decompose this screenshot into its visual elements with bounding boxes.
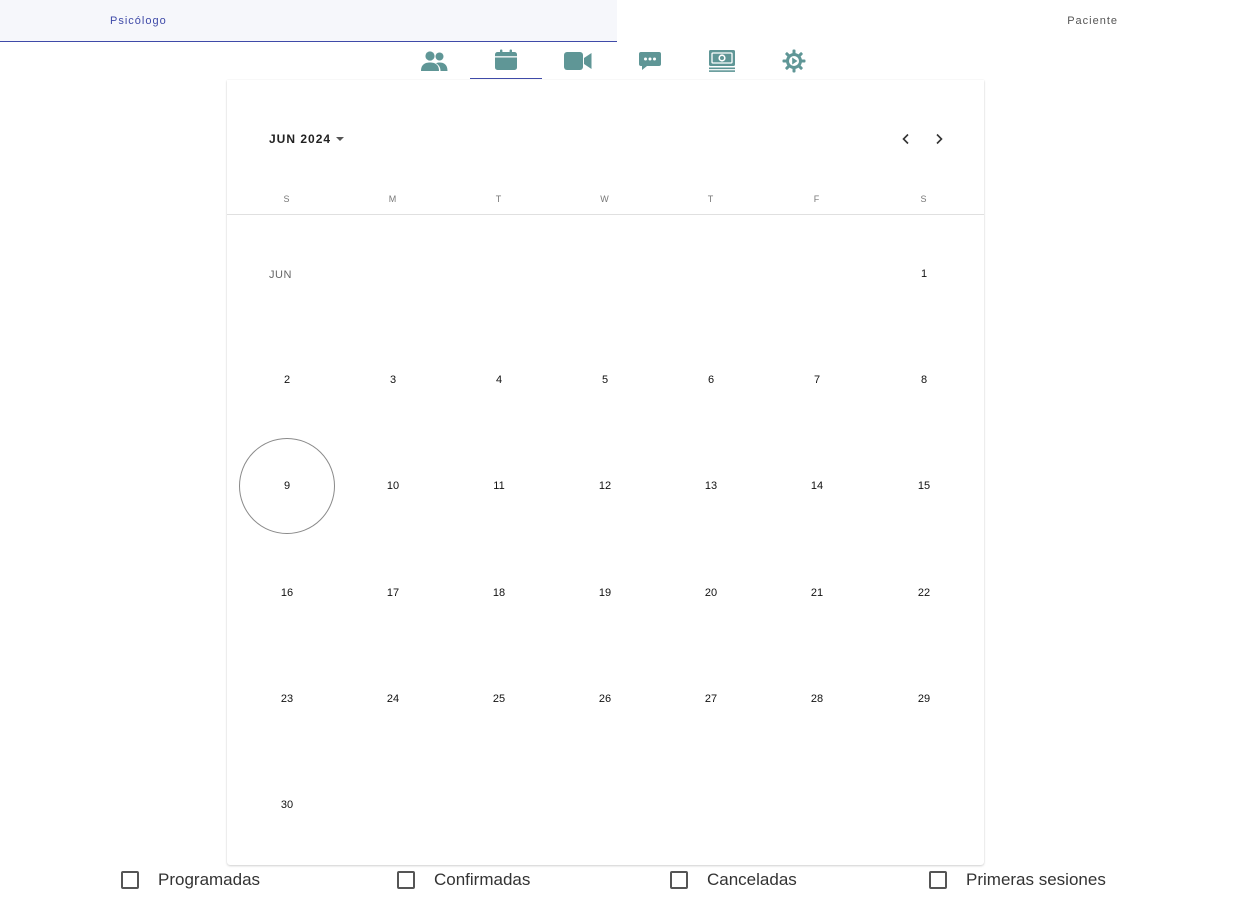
weekday-header: SMTWTFS xyxy=(227,188,984,214)
nav-tab-people[interactable] xyxy=(398,42,470,79)
nav-tab-video[interactable] xyxy=(542,42,614,79)
day-cell-today[interactable]: 9 xyxy=(239,438,335,534)
caret-down-icon xyxy=(336,137,345,141)
day-cell[interactable]: 5 xyxy=(557,332,653,428)
filter-label: Canceladas xyxy=(707,870,797,889)
previous-month-button[interactable] xyxy=(893,126,919,152)
weekday-label: S xyxy=(283,194,291,204)
day-cell[interactable]: 10 xyxy=(345,438,441,534)
video-camera-icon xyxy=(564,51,592,70)
filter-primeras-sesiones[interactable]: Primeras sesiones xyxy=(929,870,1106,890)
day-cell[interactable]: 19 xyxy=(557,545,653,641)
day-cell[interactable]: 11 xyxy=(451,438,547,534)
filter-label: Programadas xyxy=(158,870,261,889)
day-cell[interactable]: 17 xyxy=(345,545,441,641)
day-cell[interactable]: 6 xyxy=(663,332,759,428)
weekday-label: S xyxy=(920,194,928,204)
checkbox[interactable] xyxy=(670,871,688,889)
weekday-label: T xyxy=(707,194,715,204)
nav-tab-calendar[interactable] xyxy=(470,42,542,79)
day-cell[interactable]: 18 xyxy=(451,545,547,641)
chevron-left-icon xyxy=(902,133,909,145)
money-icon xyxy=(709,49,735,72)
weekday-label: F xyxy=(813,194,821,204)
settings-icon xyxy=(782,49,806,72)
day-cell[interactable]: 14 xyxy=(769,438,865,534)
weekday-label: M xyxy=(388,194,398,204)
day-cell[interactable]: 1 xyxy=(876,226,972,322)
day-cell[interactable]: 20 xyxy=(663,545,759,641)
day-cell[interactable]: 24 xyxy=(345,651,441,747)
day-cell[interactable]: 26 xyxy=(557,651,653,747)
tab-psicologo[interactable]: Psicólogo xyxy=(0,0,617,42)
filter-programadas[interactable]: Programadas xyxy=(121,870,260,890)
day-cell[interactable]: 21 xyxy=(769,545,865,641)
day-cell[interactable]: 27 xyxy=(663,651,759,747)
day-cell[interactable]: 15 xyxy=(876,438,972,534)
day-cell[interactable]: 16 xyxy=(239,545,335,641)
day-cell[interactable]: 8 xyxy=(876,332,972,428)
day-cell[interactable]: 25 xyxy=(451,651,547,747)
weekday-divider xyxy=(227,214,984,215)
day-cell[interactable]: 2 xyxy=(239,332,335,428)
calendar-icon xyxy=(495,49,517,70)
day-cell[interactable]: 12 xyxy=(557,438,653,534)
filter-canceladas[interactable]: Canceladas xyxy=(670,870,797,890)
calendar-card: JUN 2024 SMTWTFS JUN 1 2 3 4 5 6 7 8 9 10 11 12 13 14… xyxy=(227,80,984,865)
chat-icon xyxy=(639,51,661,70)
tab-paciente[interactable]: Paciente xyxy=(617,0,1252,42)
day-cell[interactable]: 29 xyxy=(876,651,972,747)
role-tabs: Psicólogo Paciente xyxy=(0,0,1252,42)
month-year-selector[interactable]: JUN 2024 xyxy=(269,132,345,146)
day-cell[interactable]: 3 xyxy=(345,332,441,428)
checkbox[interactable] xyxy=(929,871,947,889)
day-cell[interactable]: 7 xyxy=(769,332,865,428)
appointment-filters: Programadas Confirmadas Canceladas Prime… xyxy=(0,866,1252,896)
day-cell[interactable]: 13 xyxy=(663,438,759,534)
filter-label: Confirmadas xyxy=(434,870,531,889)
day-cell[interactable]: 4 xyxy=(451,332,547,428)
day-cell[interactable]: 28 xyxy=(769,651,865,747)
checkbox[interactable] xyxy=(397,871,415,889)
checkbox[interactable] xyxy=(121,871,139,889)
nav-tab-chat[interactable] xyxy=(614,42,686,79)
chevron-right-icon xyxy=(936,133,943,145)
nav-tab-settings[interactable] xyxy=(758,42,830,79)
filter-confirmadas[interactable]: Confirmadas xyxy=(397,870,530,890)
next-month-button[interactable] xyxy=(926,126,952,152)
filter-label: Primeras sesiones xyxy=(966,870,1106,889)
weekday-label: T xyxy=(495,194,503,204)
day-cell[interactable]: 23 xyxy=(239,651,335,747)
nav-tab-payments[interactable] xyxy=(686,42,758,79)
day-cell[interactable]: 22 xyxy=(876,545,972,641)
month-year-label: JUN 2024 xyxy=(269,132,332,146)
weekday-label: W xyxy=(600,194,610,204)
icon-nav xyxy=(398,42,830,80)
month-row-label: JUN xyxy=(269,269,292,281)
people-icon xyxy=(421,50,448,71)
day-cell[interactable]: 30 xyxy=(239,757,335,853)
